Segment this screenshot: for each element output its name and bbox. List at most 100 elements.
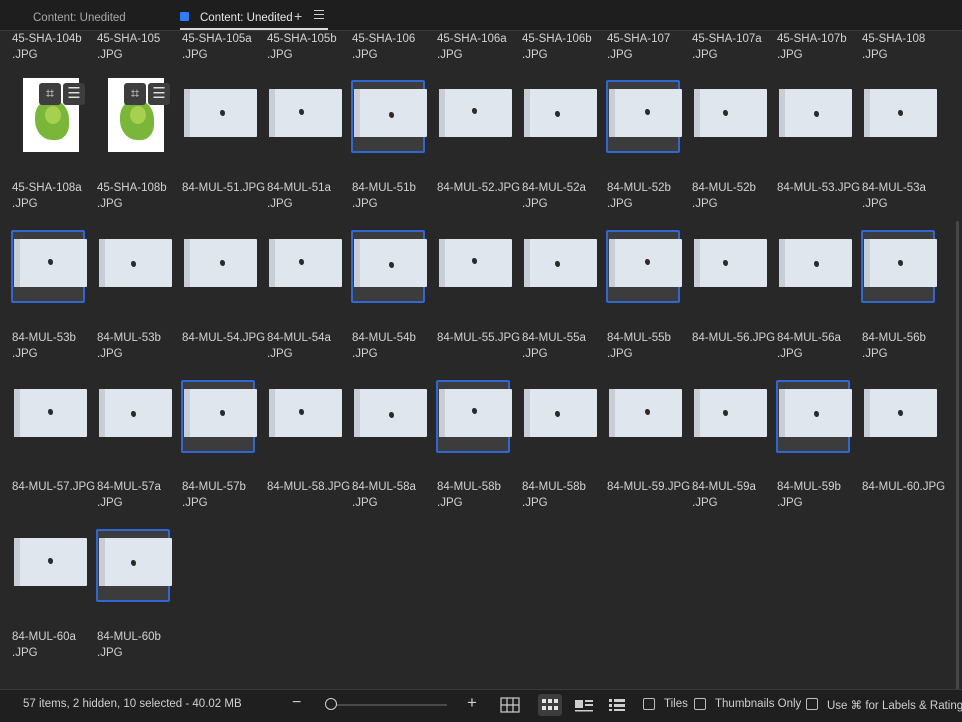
file-name-label: 45-SHA-107a .JPG — [692, 31, 762, 63]
specimen-image — [220, 260, 225, 266]
file-name-line1: 84-MUL-58.JPG — [267, 481, 351, 493]
thumbnail-image[interactable] — [99, 389, 172, 437]
thumbnail-image[interactable] — [14, 239, 87, 287]
tab-menu-icon[interactable] — [314, 10, 324, 22]
thumbnail-image[interactable] — [439, 89, 512, 137]
thumbnail-image[interactable] — [524, 89, 597, 137]
add-tab-plus-icon[interactable]: + — [294, 9, 302, 23]
thumbnail-image[interactable] — [524, 239, 597, 287]
thumbnail-image[interactable] — [14, 538, 87, 586]
backdrop-shadow — [439, 389, 445, 437]
thumbnail-grid-icon[interactable] — [498, 694, 522, 716]
thumbnail-image[interactable] — [184, 239, 257, 287]
thumbnail-image[interactable] — [779, 239, 852, 287]
content-grid[interactable]: 45-SHA-104b .JPG 45-SHA-105 .JPG 45-SHA-105a… — [0, 31, 954, 688]
adjustments-icon[interactable]: ☰ — [148, 83, 170, 105]
tab-content-unedited-2[interactable]: Content: Unedited — [200, 0, 293, 30]
specimen-image — [723, 110, 728, 116]
file-name-line1: 84-MUL-60.JPG — [862, 481, 946, 493]
backdrop-shadow — [864, 239, 870, 287]
file-name-line1: 84-MUL-53.JPG — [777, 182, 861, 194]
thumbnail-image[interactable] — [354, 389, 427, 437]
thumbnail-image[interactable] — [609, 389, 682, 437]
file-name-line2: .JPG — [12, 49, 38, 61]
file-name-line2: .JPG — [692, 198, 718, 210]
file-name-label: 84-MUL-52b .JPG — [607, 180, 671, 212]
thumbnails-only-checkbox[interactable] — [694, 698, 706, 710]
file-name-line2: .JPG — [97, 49, 123, 61]
file-name-line1: 84-MUL-56b — [862, 332, 926, 344]
crop-icon[interactable]: ⌗ — [124, 83, 146, 105]
backdrop-shadow — [609, 239, 615, 287]
zoom-out-button[interactable]: − — [292, 694, 301, 712]
file-name-line1: 84-MUL-57b — [182, 481, 246, 493]
thumbnail-image[interactable] — [779, 89, 852, 137]
file-name-line1: 45-SHA-108b — [97, 182, 167, 194]
thumbnail-image[interactable] — [439, 239, 512, 287]
file-name-label: 84-MUL-58.JPG — [267, 479, 350, 495]
backdrop-shadow — [184, 389, 190, 437]
crop-icon[interactable]: ⌗ — [39, 83, 61, 105]
thumbnail-image[interactable] — [609, 239, 682, 287]
grid-view-icon[interactable] — [538, 694, 562, 716]
adjustments-icon[interactable]: ☰ — [63, 83, 85, 105]
file-name-line2: .JPG — [267, 198, 293, 210]
thumbnail-image[interactable] — [354, 239, 427, 287]
thumbnail-image[interactable] — [269, 239, 342, 287]
list-view-icon[interactable] — [605, 694, 629, 716]
backdrop-shadow — [864, 89, 870, 137]
file-name-line1: 45-SHA-105a — [182, 33, 252, 45]
thumbnail-image[interactable] — [864, 239, 937, 287]
file-name-label: 84-MUL-54b .JPG — [352, 330, 416, 362]
file-name-label: 84-MUL-58b .JPG — [522, 479, 586, 511]
thumbnail-image[interactable] — [524, 389, 597, 437]
thumbnail-image[interactable] — [99, 538, 172, 586]
thumbnail-image[interactable] — [779, 389, 852, 437]
file-name-line1: 84-MUL-52b — [692, 182, 756, 194]
labels-ratings-checkbox[interactable] — [806, 698, 818, 710]
file-name-label: 45-SHA-108b .JPG — [97, 180, 167, 212]
thumbnail-image[interactable] — [269, 89, 342, 137]
zoom-slider-knob[interactable] — [325, 698, 337, 710]
thumbnail-image[interactable] — [184, 89, 257, 137]
specimen-image — [723, 410, 728, 416]
file-name-line1: 84-MUL-52a — [522, 182, 586, 194]
scrollbar-thumb[interactable] — [956, 221, 959, 691]
thumbnail-image[interactable] — [694, 239, 767, 287]
file-name-label: 84-MUL-52a .JPG — [522, 180, 586, 212]
specimen-image — [220, 110, 225, 116]
thumbnail-image[interactable] — [864, 389, 937, 437]
zoom-in-button[interactable]: + — [467, 693, 477, 713]
file-name-line2: .JPG — [12, 348, 38, 360]
file-name-line2: .JPG — [97, 497, 123, 509]
backdrop-shadow — [779, 239, 785, 287]
backdrop-shadow — [439, 239, 445, 287]
file-name-line1: 84-MUL-54.JPG — [182, 332, 266, 344]
thumbnail-image[interactable] — [864, 89, 937, 137]
file-name-line1: 84-MUL-53b — [12, 332, 76, 344]
file-name-label: 84-MUL-51.JPG — [182, 180, 265, 196]
file-name-line1: 84-MUL-52.JPG — [437, 182, 521, 194]
tiles-checkbox[interactable] — [643, 698, 655, 710]
tab-content-unedited-1[interactable]: Content: Unedited — [33, 0, 126, 30]
specimen-image — [389, 262, 394, 268]
zoom-slider-track[interactable] — [330, 704, 447, 706]
thumbnail-image[interactable] — [269, 389, 342, 437]
thumbnail-image[interactable] — [694, 89, 767, 137]
thumbnail-image[interactable] — [354, 89, 427, 137]
thumbnail-image[interactable] — [14, 389, 87, 437]
thumbnail-image[interactable] — [99, 239, 172, 287]
file-name-line2: .JPG — [777, 497, 803, 509]
filmstrip-view-icon[interactable] — [572, 694, 596, 716]
file-name-line2: .JPG — [607, 198, 633, 210]
file-name-label: 84-MUL-54.JPG — [182, 330, 265, 346]
file-name-line1: 84-MUL-60a — [12, 631, 76, 643]
thumbnail-image[interactable] — [609, 89, 682, 137]
backdrop-shadow — [269, 89, 275, 137]
thumbnail-image[interactable] — [694, 389, 767, 437]
file-name-line2: .JPG — [97, 348, 123, 360]
thumbnail-image[interactable] — [439, 389, 512, 437]
vertical-scrollbar[interactable] — [955, 31, 962, 691]
backdrop-shadow — [354, 89, 360, 137]
thumbnail-image[interactable] — [184, 389, 257, 437]
